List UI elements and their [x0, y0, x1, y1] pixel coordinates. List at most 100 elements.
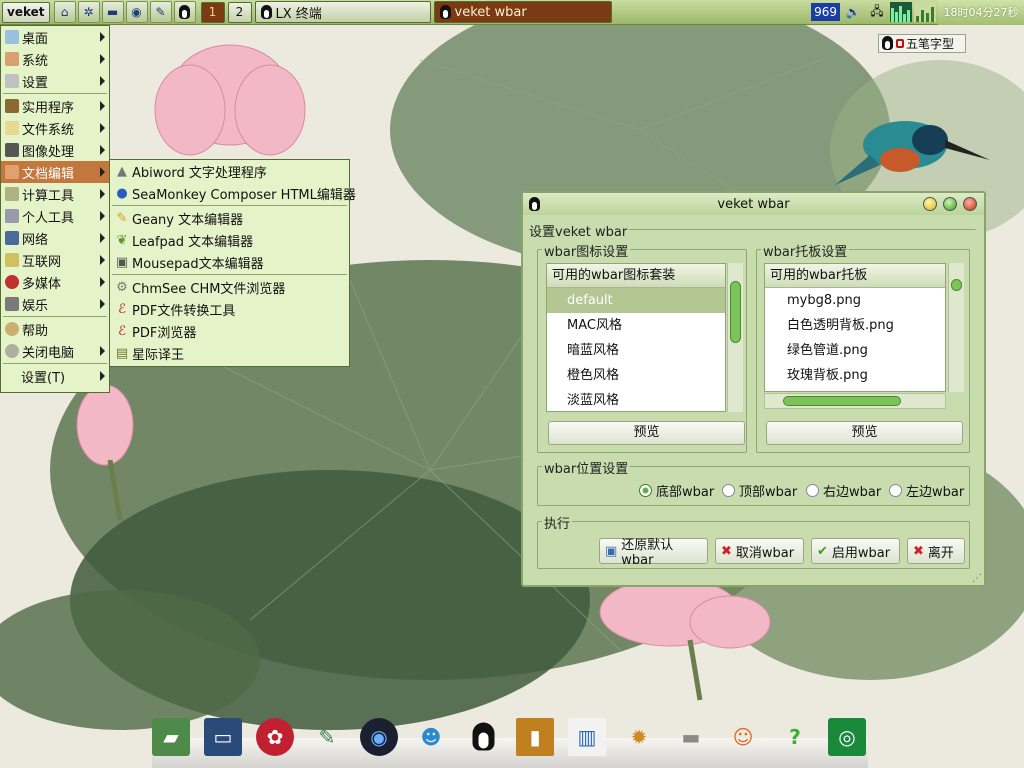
- browser-icon[interactable]: ◉: [125, 1, 148, 23]
- list-item[interactable]: 玫瑰背板.png: [765, 363, 945, 388]
- icon-list-scrollbar[interactable]: [727, 263, 743, 412]
- paint-icon[interactable]: ✹: [620, 718, 658, 756]
- list-item[interactable]: mybg8.png: [765, 288, 945, 313]
- radio-bottom[interactable]: 底部wbar: [639, 481, 714, 500]
- scrollbar-thumb[interactable]: [730, 281, 741, 343]
- submenu-item-pdf-viewer[interactable]: ℰ PDF浏览器: [110, 320, 349, 342]
- qq-icon[interactable]: [173, 1, 196, 23]
- start-menu-button[interactable]: veket: [2, 1, 50, 23]
- menu-item-preferences[interactable]: 设置(T): [1, 365, 109, 387]
- menu-item-settings[interactable]: 设置: [1, 70, 109, 92]
- main-menu: 桌面 系统 设置 实用程序 文件系统 图像处理 文档编辑 计算工具 个人工具 网…: [0, 25, 110, 393]
- resize-grip-icon[interactable]: ⋰: [972, 573, 982, 584]
- documents-submenu: ▲ Abiword 文字处理程序 ● SeaMonkey Composer HT…: [109, 159, 356, 367]
- tools-icon[interactable]: ✎: [149, 1, 172, 23]
- book-icon[interactable]: ▮: [516, 718, 554, 756]
- pet-icon[interactable]: ✿: [256, 718, 294, 756]
- maximize-icon[interactable]: [943, 197, 957, 211]
- monitor-icon[interactable]: ▭: [204, 718, 242, 756]
- qq-icon[interactable]: [464, 718, 502, 756]
- exit-button[interactable]: ✖ 离开: [907, 538, 965, 564]
- menu-item-label: 设置(T): [21, 370, 66, 386]
- menu-item-personal[interactable]: 个人工具: [1, 205, 109, 227]
- close-icon[interactable]: [963, 197, 977, 211]
- task-wbar[interactable]: veket wbar: [433, 1, 612, 23]
- menu-item-label: 个人工具: [22, 210, 75, 226]
- menu-item-utilities[interactable]: 实用程序: [1, 95, 109, 117]
- home-icon[interactable]: ⌂: [53, 1, 76, 23]
- desktop-1-button[interactable]: 1: [200, 1, 225, 23]
- submenu-item-mousepad[interactable]: ▣ Mousepad文本编辑器: [110, 251, 349, 273]
- list-item[interactable]: 橙色风格: [547, 363, 725, 388]
- submenu-item-stardict[interactable]: ▤ 星际译王: [110, 342, 349, 364]
- actions-row: ▣ 还原默认wbar ✖ 取消wbar ✔ 启用wbar ✖ 离开: [599, 538, 969, 568]
- tray-list-vscrollbar[interactable]: [948, 263, 964, 392]
- radio-left[interactable]: 左边wbar: [889, 481, 964, 500]
- radio-top[interactable]: 顶部wbar: [722, 481, 797, 500]
- cpu-monitor-icon[interactable]: [890, 2, 912, 22]
- folder-icon[interactable]: ▰: [152, 718, 190, 756]
- menu-item-internet[interactable]: 互联网: [1, 249, 109, 271]
- list-item[interactable]: MAC风格: [547, 313, 725, 338]
- media-player-icon[interactable]: ◉: [360, 718, 398, 756]
- chart-icon[interactable]: ▥: [568, 718, 606, 756]
- network-icon[interactable]: 🖧: [866, 2, 888, 22]
- task-terminal[interactable]: LX 终端: [254, 1, 431, 23]
- submenu-item-label: ChmSee CHM文件浏览器: [132, 281, 286, 297]
- menu-item-shutdown[interactable]: 关闭电脑: [1, 340, 109, 362]
- list-item[interactable]: 暗蓝风格: [547, 338, 725, 363]
- radio-right[interactable]: 右边wbar: [806, 481, 881, 500]
- cancel-wbar-button[interactable]: ✖ 取消wbar: [715, 538, 804, 564]
- dialog-titlebar[interactable]: veket wbar: [523, 193, 984, 215]
- menu-item-system[interactable]: 系统: [1, 48, 109, 70]
- submenu-item-chmsee[interactable]: ⚙ ChmSee CHM文件浏览器: [110, 276, 349, 298]
- menu-item-help[interactable]: 帮助: [1, 318, 109, 340]
- list-item[interactable]: 绿色管道.png: [765, 338, 945, 363]
- menu-item-graphics[interactable]: 图像处理: [1, 139, 109, 161]
- volume-icon[interactable]: 🔊: [842, 2, 864, 22]
- scrollbar-thumb[interactable]: [783, 396, 901, 406]
- menu-item-calculators[interactable]: 计算工具: [1, 183, 109, 205]
- cancel-icon: ✖: [721, 543, 732, 559]
- mascot-icon[interactable]: ☺: [724, 718, 762, 756]
- settings-icon[interactable]: ✲: [77, 1, 100, 23]
- tray-list-hscrollbar[interactable]: [764, 393, 946, 409]
- terminal-icon[interactable]: ▬: [101, 1, 124, 23]
- notepad-icon[interactable]: ✎: [308, 718, 346, 756]
- desktop-2-button[interactable]: 2: [227, 1, 252, 23]
- input-method-indicator[interactable]: 五笔字型: [878, 34, 966, 53]
- camera-icon[interactable]: ◎: [828, 718, 866, 756]
- usb-icon[interactable]: ▬: [672, 718, 710, 756]
- menu-item-desktop[interactable]: 桌面: [1, 26, 109, 48]
- menu-item-filesystem[interactable]: 文件系统: [1, 117, 109, 139]
- submenu-item-geany[interactable]: ✎ Geany 文本编辑器: [110, 207, 349, 229]
- tray-list[interactable]: 可用的wbar托板 mybg8.png 白色透明背板.png 绿色管道.png …: [764, 263, 946, 392]
- list-item[interactable]: 淡蓝风格: [547, 388, 725, 413]
- tray-counter[interactable]: 969: [811, 3, 840, 21]
- minimize-icon[interactable]: [923, 197, 937, 211]
- radio-label: 底部wbar: [656, 485, 715, 500]
- menu-item-multimedia[interactable]: 多媒体: [1, 271, 109, 293]
- scrollbar-thumb[interactable]: [951, 279, 962, 291]
- submenu-item-pdf-convert[interactable]: ℰ PDF文件转换工具: [110, 298, 349, 320]
- submenu-item-leafpad[interactable]: ❦ Leafpad 文本编辑器: [110, 229, 349, 251]
- submenu-arrow-icon: [100, 167, 105, 177]
- memory-monitor-icon[interactable]: [914, 2, 936, 22]
- icon-preview-button[interactable]: 预览: [548, 421, 745, 445]
- stardict-icon: ▤: [115, 345, 129, 361]
- list-item[interactable]: default: [547, 288, 725, 313]
- enable-wbar-button[interactable]: ✔ 启用wbar: [811, 538, 900, 564]
- submenu-item-seamonkey[interactable]: ● SeaMonkey Composer HTML编辑器: [110, 182, 356, 204]
- icon-theme-list[interactable]: 可用的wbar图标套装 default MAC风格 暗蓝风格 橙色风格 淡蓝风格: [546, 263, 726, 412]
- submenu-item-abiword[interactable]: ▲ Abiword 文字处理程序: [110, 160, 349, 182]
- clock[interactable]: 18时04分27秒: [938, 0, 1024, 25]
- tray-preview-button[interactable]: 预览: [766, 421, 963, 445]
- list-item[interactable]: 白色透明背板.png: [765, 313, 945, 338]
- menu-item-games[interactable]: 娱乐: [1, 293, 109, 315]
- chat-icon[interactable]: ☻: [412, 718, 450, 756]
- restore-default-button[interactable]: ▣ 还原默认wbar: [599, 538, 708, 568]
- menu-item-network[interactable]: 网络: [1, 227, 109, 249]
- menu-item-label: 桌面: [22, 31, 49, 47]
- menu-item-documents[interactable]: 文档编辑: [1, 161, 109, 183]
- green-app-icon[interactable]: ?: [776, 718, 814, 756]
